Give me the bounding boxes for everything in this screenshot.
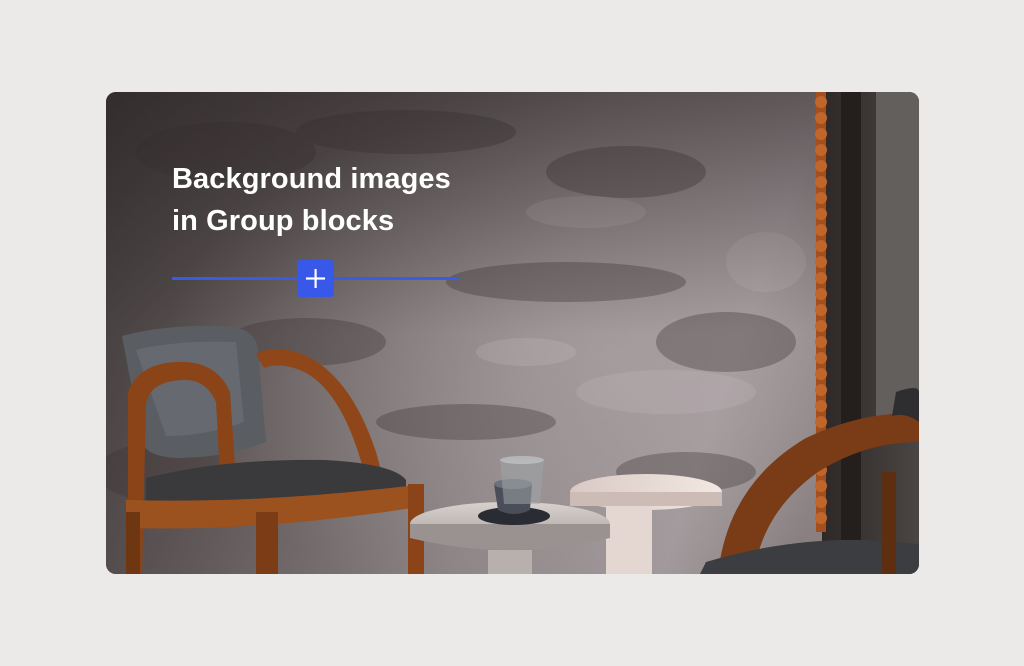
block-inserter xyxy=(172,260,460,297)
add-block-button[interactable] xyxy=(297,260,334,297)
heading-line-2: in Group blocks xyxy=(172,205,395,237)
group-heading: Background images in Group blocks xyxy=(172,158,492,242)
plus-icon xyxy=(306,269,325,288)
heading-line-1: Background images xyxy=(172,163,451,195)
group-block-card: Background images in Group blocks xyxy=(106,92,919,574)
